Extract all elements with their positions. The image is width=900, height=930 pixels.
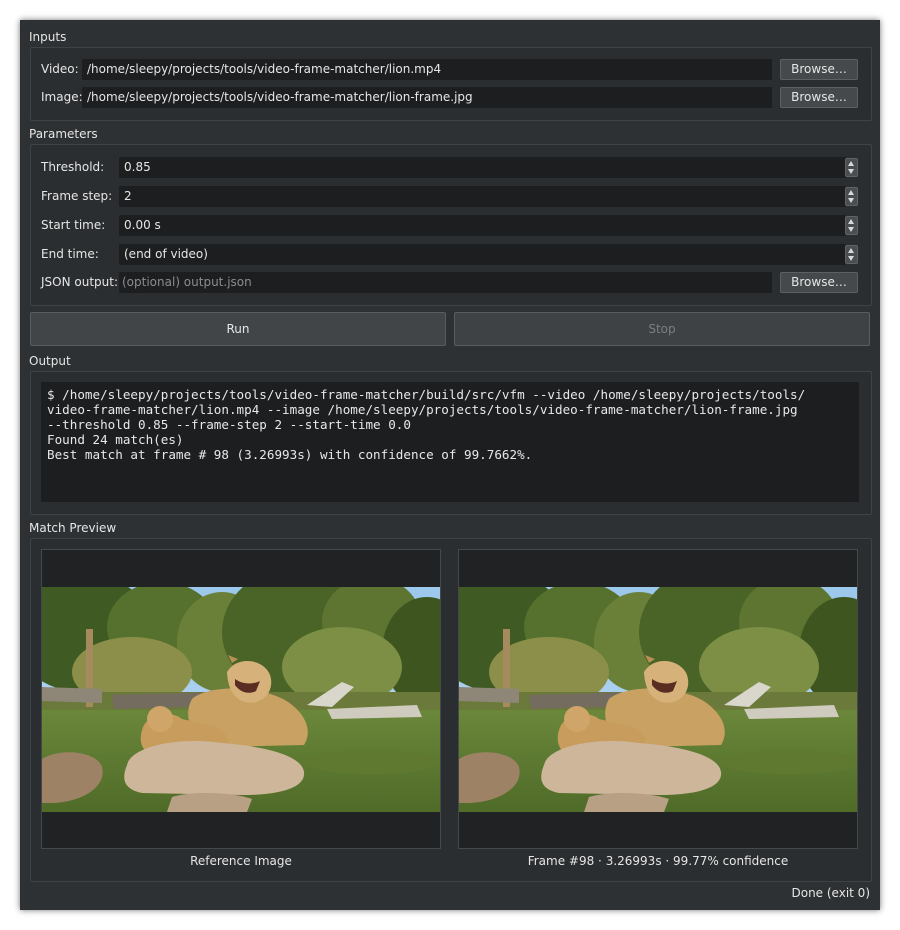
frame-step-label: Frame step: [41,189,113,203]
start-time-stepper[interactable] [845,216,858,235]
run-button[interactable]: Run [30,312,446,346]
console-line: $ /home/sleepy/projects/tools/video-fram… [47,387,806,402]
video-path-field[interactable]: /home/sleepy/projects/tools/video-frame-… [82,59,772,80]
chevron-up-icon[interactable] [848,190,854,195]
matched-frame-image [459,587,857,812]
inputs-group: Video: /home/sleepy/projects/tools/video… [30,47,872,121]
start-time-label: Start time: [41,218,106,232]
frame-step-spinbox[interactable]: 2 [119,186,846,207]
json-output-browse-button[interactable]: Browse… [780,272,858,293]
chevron-down-icon[interactable] [848,256,854,261]
chevron-down-icon[interactable] [848,198,854,203]
match-preview-group: Reference Image Frame #98 · 3.26993s · 9… [30,538,872,882]
parameters-section-title: Parameters [29,127,98,141]
console-line: Best match at frame # 98 (3.26993s) with… [47,447,533,462]
threshold-stepper[interactable] [845,158,858,177]
json-output-field[interactable]: (optional) output.json [119,272,772,293]
reference-image-preview [41,549,441,849]
parameters-group: Threshold: 0.85 Frame step: 2 Start time… [30,144,872,306]
image-browse-button[interactable]: Browse… [780,87,858,108]
end-time-spinbox[interactable]: (end of video) [119,244,846,265]
reference-image-caption: Reference Image [190,854,292,868]
image-path-field[interactable]: /home/sleepy/projects/tools/video-frame-… [82,87,772,108]
start-time-spinbox[interactable]: 0.00 s [119,215,846,236]
end-time-label: End time: [41,247,99,261]
end-time-stepper[interactable] [845,245,858,264]
output-group: $ /home/sleepy/projects/tools/video-fram… [30,371,872,515]
threshold-spinbox[interactable]: 0.85 [119,157,846,178]
console-line: --threshold 0.85 --frame-step 2 --start-… [47,417,411,432]
output-section-title: Output [29,354,71,368]
image-label: Image: [41,90,83,104]
json-output-label: JSON output: [41,275,119,289]
frame-step-stepper[interactable] [845,187,858,206]
chevron-down-icon[interactable] [848,227,854,232]
output-console[interactable]: $ /home/sleepy/projects/tools/video-fram… [41,382,859,502]
chevron-up-icon[interactable] [848,161,854,166]
chevron-up-icon[interactable] [848,248,854,253]
video-browse-button[interactable]: Browse… [780,59,858,80]
threshold-label: Threshold: [41,160,105,174]
chevron-up-icon[interactable] [848,219,854,224]
video-label: Video: [41,62,79,76]
stop-button[interactable]: Stop [454,312,870,346]
console-line: Found 24 match(es) [47,432,184,447]
match-preview-section-title: Match Preview [29,521,117,535]
chevron-down-icon[interactable] [848,169,854,174]
status-text: Done (exit 0) [791,886,870,900]
app-window: Inputs Video: /home/sleepy/projects/tool… [20,20,880,910]
console-line: video-frame-matcher/lion.mp4 --image /ho… [47,402,798,417]
reference-image [42,587,440,812]
matched-frame-preview [458,549,858,849]
inputs-section-title: Inputs [29,30,67,44]
matched-frame-caption: Frame #98 · 3.26993s · 99.77% confidence [527,854,789,868]
